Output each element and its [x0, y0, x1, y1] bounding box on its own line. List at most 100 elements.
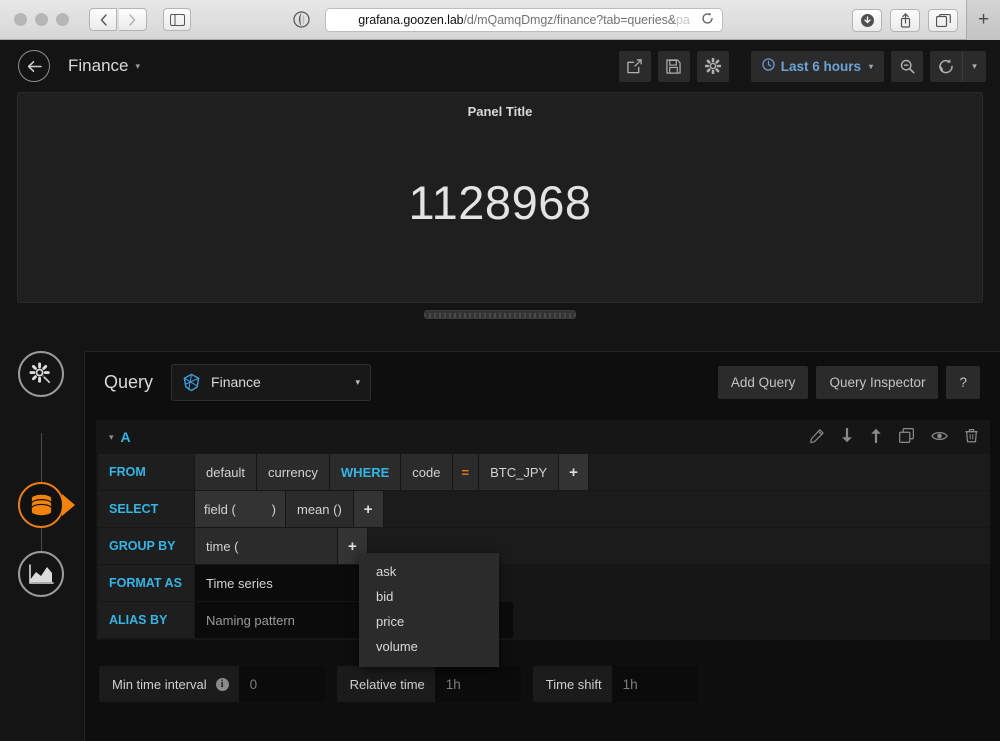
query-ref-id[interactable]: A — [121, 429, 131, 445]
url-host: grafana.goozen.lab — [358, 12, 464, 27]
retention-policy-segment[interactable]: default — [195, 454, 257, 490]
dashboard-settings-button[interactable] — [696, 50, 729, 82]
min-time-interval-input[interactable]: 0 — [238, 666, 325, 702]
query-builder-grid: FROM default currency WHERE code = BTC_J… — [96, 454, 990, 640]
time-shift-input[interactable]: 1h — [611, 666, 698, 702]
refresh-controls: ▾ — [930, 50, 986, 82]
toggle-query-visibility-icon[interactable] — [931, 430, 948, 445]
browser-nav-arrows — [89, 8, 147, 31]
query-header: Query Finance ▾ Add Query Query Inspecto… — [85, 352, 1000, 412]
panel-preview-area: Panel Title 1128968 — [0, 92, 1000, 319]
format-as-segment[interactable]: Time series — [195, 565, 365, 601]
time-range-label: Last 6 hours — [780, 58, 861, 74]
query-inspector-button[interactable]: Query Inspector — [816, 365, 939, 399]
move-query-up-icon[interactable] — [870, 428, 882, 446]
url-path: /d/mQamqDmgz/finance?tab=queries& — [463, 12, 677, 27]
refresh-interval-dropdown[interactable]: ▾ — [962, 50, 986, 82]
reload-icon[interactable] — [701, 12, 714, 28]
maximize-window-button[interactable] — [56, 13, 69, 26]
database-icon — [30, 494, 52, 516]
share-dashboard-button[interactable] — [618, 50, 651, 82]
min-time-interval-label-wrap: Min time interval i — [99, 666, 239, 702]
url-truncated-tail: pa — [675, 12, 690, 27]
add-select-part-button[interactable]: + — [353, 491, 383, 527]
time-shift-label: Time shift — [545, 676, 602, 692]
browser-chrome: grafana.goozen.lab/d/mQamqDmgz/finance?t… — [0, 0, 1000, 40]
gear-wrench-icon — [28, 361, 52, 385]
time-shift-option: Time shift 1h — [532, 666, 698, 702]
min-time-interval-label: Min time interval — [112, 676, 207, 692]
sidebar-item-visualization[interactable] — [18, 551, 64, 597]
info-icon[interactable]: i — [215, 677, 229, 691]
alias-by-line: ALIAS BY Naming pattern — [98, 602, 990, 638]
back-to-dashboard-button[interactable] — [18, 50, 50, 82]
where-tag-key-segment[interactable]: code — [401, 454, 452, 490]
sidebar-item-panel-options[interactable] — [18, 351, 64, 397]
chevron-down-icon: ▾ — [355, 376, 361, 387]
format-as-line: FORMAT AS Time series — [98, 565, 990, 601]
query-row-actions — [810, 427, 978, 446]
save-dashboard-button[interactable] — [657, 50, 690, 82]
address-bar[interactable]: grafana.goozen.lab/d/mQamqDmgz/finance?t… — [325, 7, 723, 32]
time-range-picker[interactable]: Last 6 hours ▾ — [750, 50, 884, 82]
edit-query-icon[interactable] — [810, 428, 824, 446]
sidebar-toggle-button[interactable] — [163, 8, 191, 31]
zoom-out-time-button[interactable] — [891, 50, 923, 82]
forward-button[interactable] — [119, 8, 147, 31]
select-line: SELECT field ( ) mean () + — [98, 491, 990, 527]
add-where-clause-button[interactable]: + — [559, 454, 588, 490]
from-line-filler — [588, 454, 990, 490]
group-by-time-segment[interactable]: time ( — [195, 528, 337, 564]
select-line-filler — [383, 491, 990, 527]
privacy-shield-icon[interactable] — [287, 8, 315, 31]
show-tabs-icon[interactable] — [928, 8, 958, 32]
sidebar-item-queries[interactable] — [18, 482, 64, 528]
query-row-a: ▾ A FROM default currency WHERE code = B… — [96, 420, 990, 667]
panel-value: 1128968 — [408, 175, 592, 229]
select-field-prefix: field ( — [204, 501, 236, 517]
duplicate-query-icon[interactable] — [899, 428, 914, 446]
min-time-interval-option: Min time interval i 0 — [99, 666, 325, 702]
add-query-button[interactable]: Add Query — [717, 365, 809, 399]
downloads-icon[interactable] — [852, 8, 882, 32]
from-label: FROM — [98, 454, 194, 490]
url-text: grafana.goozen.lab/d/mQamqDmgz/finance?t… — [358, 13, 689, 27]
where-tag-value-segment[interactable]: BTC_JPY — [479, 454, 559, 490]
dropdown-option-volume[interactable]: volume — [359, 634, 499, 659]
new-tab-button[interactable]: + — [966, 0, 1000, 40]
group-by-line: GROUP BY time ( + — [98, 528, 990, 564]
grafana-app: Finance ▾ Last 6 hours ▾ ▾ Panel Title 1… — [0, 40, 1000, 741]
relative-time-input[interactable]: 1h — [434, 666, 521, 702]
queries-tab-content: Query Finance ▾ Add Query Query Inspecto… — [84, 351, 1000, 741]
dropdown-option-ask[interactable]: ask — [359, 559, 499, 584]
back-button[interactable] — [89, 8, 117, 31]
share-icon[interactable] — [890, 8, 920, 32]
minimize-window-button[interactable] — [35, 13, 48, 26]
select-field-segment[interactable]: field ( ) — [195, 491, 285, 527]
alias-by-line-filler — [514, 602, 990, 638]
refresh-dashboard-button[interactable] — [930, 50, 962, 82]
collapse-query-icon[interactable]: ▾ — [109, 432, 114, 443]
dropdown-option-price[interactable]: price — [359, 609, 499, 634]
singlestat-panel[interactable]: Panel Title 1128968 — [17, 92, 983, 303]
panel-resize-handle[interactable] — [424, 310, 576, 319]
dropdown-option-bid[interactable]: bid — [359, 584, 499, 609]
time-shift-label-wrap: Time shift — [533, 666, 612, 702]
select-field-dropdown[interactable]: ask bid price volume — [359, 553, 499, 667]
query-help-button[interactable]: ? — [946, 365, 980, 399]
dashboard-menu-caret-icon[interactable]: ▾ — [135, 61, 140, 72]
select-field-suffix: ) — [271, 501, 276, 517]
close-window-button[interactable] — [14, 13, 27, 26]
measurement-segment[interactable]: currency — [257, 454, 329, 490]
window-traffic-lights — [14, 13, 69, 26]
select-aggregate-segment[interactable]: mean () — [286, 491, 353, 527]
move-query-down-icon[interactable] — [841, 427, 853, 446]
query-heading: Query — [104, 371, 154, 392]
datasource-picker[interactable]: Finance ▾ — [171, 363, 372, 401]
delete-query-icon[interactable] — [965, 428, 978, 446]
where-operator-segment[interactable]: = — [452, 454, 479, 490]
group-by-label: GROUP BY — [98, 528, 194, 564]
relative-time-label: Relative time — [349, 676, 425, 692]
panel-title: Panel Title — [467, 104, 533, 119]
influxdb-icon — [182, 373, 201, 392]
